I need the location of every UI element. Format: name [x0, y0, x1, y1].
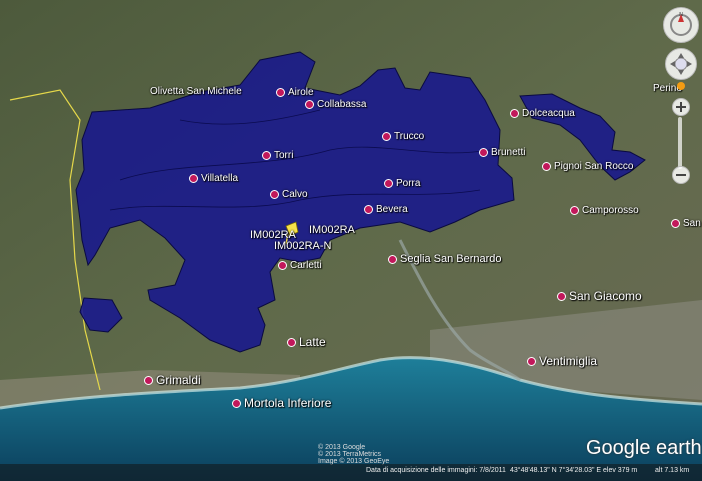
place-label[interactable]: Brunetti	[479, 147, 525, 158]
place-dot-icon	[232, 399, 241, 409]
credit-terrametrics: © 2013 TerraMetrics	[318, 451, 381, 458]
place-name: Brunetti	[491, 147, 526, 158]
place-label[interactable]: Pignoi San Rocco	[542, 161, 634, 172]
place-name: Airole	[288, 87, 314, 98]
place-dot-icon	[144, 376, 153, 386]
place-dot-icon	[262, 150, 271, 160]
google-earth-logo: Google earth	[586, 437, 702, 459]
place-dot-icon	[384, 178, 393, 188]
place-name: Ventimiglia	[539, 354, 598, 368]
marker-label[interactable]: IM002RA-N	[274, 240, 331, 252]
place-name: Dolceacqua	[522, 108, 575, 119]
imagery-date: Data di acquisizione delle immagini: 7/8…	[366, 467, 506, 474]
place-label[interactable]: Collabassa	[305, 99, 366, 110]
place-dot-icon	[542, 161, 551, 171]
street-view-icon[interactable]	[677, 82, 685, 90]
place-dot-icon	[270, 189, 279, 199]
map-view[interactable]: Olivetta San Michele Airole Collabassa T…	[0, 0, 702, 481]
place-label[interactable]: Bevera	[364, 204, 408, 215]
plus-icon	[676, 102, 686, 112]
zoom-out-button[interactable]	[672, 166, 690, 184]
place-name: Torri	[274, 150, 294, 161]
place-dot-icon	[189, 173, 198, 183]
look-control[interactable]	[665, 48, 697, 80]
place-label[interactable]: Ventimiglia	[527, 354, 597, 368]
place-name: Pignoi San Rocco	[554, 161, 634, 172]
place-dot-icon	[278, 260, 287, 270]
zoom-in-button[interactable]	[672, 98, 690, 116]
eye-altitude: alt 7.13 km	[655, 467, 690, 474]
place-label[interactable]: Airole	[276, 87, 314, 98]
place-name: Porra	[396, 178, 421, 189]
place-label[interactable]: Dolceacqua	[510, 108, 575, 119]
place-name: San Giacomo	[569, 289, 642, 303]
place-label[interactable]: Seglia San Bernardo	[388, 253, 502, 265]
place-dot-icon	[527, 357, 536, 367]
place-name: Carletti	[290, 260, 322, 271]
coordinates: 43°48'48.13" N 7°34'28.03" E	[510, 467, 602, 474]
place-name: Camporosso	[582, 205, 639, 216]
marker-label[interactable]: IM002RA	[309, 224, 355, 236]
place-name: Latte	[299, 335, 326, 349]
compass-icon: N	[670, 12, 692, 36]
place-name: Trucco	[394, 131, 425, 142]
place-label[interactable]: Calvo	[270, 189, 308, 200]
place-name: Villatella	[201, 173, 239, 184]
place-dot-icon	[276, 87, 285, 97]
place-label[interactable]: Porra	[384, 178, 420, 189]
elevation: elev 379 m	[603, 467, 638, 474]
place-label[interactable]: San Bia	[671, 218, 702, 229]
credit-google: © 2013 Google	[318, 444, 366, 451]
place-label[interactable]: Camporosso	[570, 205, 639, 216]
zoom-slider[interactable]	[678, 117, 682, 169]
minus-icon	[676, 174, 686, 176]
place-name: San Bia	[683, 218, 702, 229]
place-label[interactable]: Latte	[287, 335, 326, 349]
compass-control[interactable]: N	[663, 7, 699, 43]
svg-text:N: N	[679, 12, 683, 18]
satellite-map[interactable]	[0, 0, 702, 481]
place-name: Collabassa	[317, 99, 367, 110]
place-name: Grimaldi	[156, 373, 201, 387]
place-label[interactable]: San Giacomo	[557, 289, 642, 303]
place-label[interactable]: Villatella	[189, 173, 238, 184]
place-name: Calvo	[282, 189, 308, 200]
place-label[interactable]: Olivetta San Michele	[150, 86, 242, 97]
place-dot-icon	[364, 204, 373, 214]
place-dot-icon	[671, 218, 680, 228]
place-dot-icon	[479, 147, 488, 157]
place-label[interactable]: Carletti	[278, 260, 322, 271]
place-dot-icon	[382, 131, 391, 141]
place-dot-icon	[287, 338, 296, 348]
place-dot-icon	[305, 99, 314, 109]
place-label[interactable]: Mortola Inferiore	[232, 396, 331, 410]
place-name: Bevera	[376, 204, 408, 215]
place-name: Seglia San Bernardo	[400, 253, 502, 265]
place-dot-icon	[557, 292, 566, 302]
place-label[interactable]: Torri	[262, 150, 293, 161]
place-label[interactable]: Grimaldi	[144, 373, 201, 387]
look-icon	[670, 53, 692, 75]
place-label[interactable]: Trucco	[382, 131, 424, 142]
place-dot-icon	[570, 205, 579, 215]
place-dot-icon	[388, 254, 397, 264]
place-name: Olivetta San Michele	[150, 86, 242, 97]
place-name: Mortola Inferiore	[244, 396, 332, 410]
place-dot-icon	[510, 108, 519, 118]
